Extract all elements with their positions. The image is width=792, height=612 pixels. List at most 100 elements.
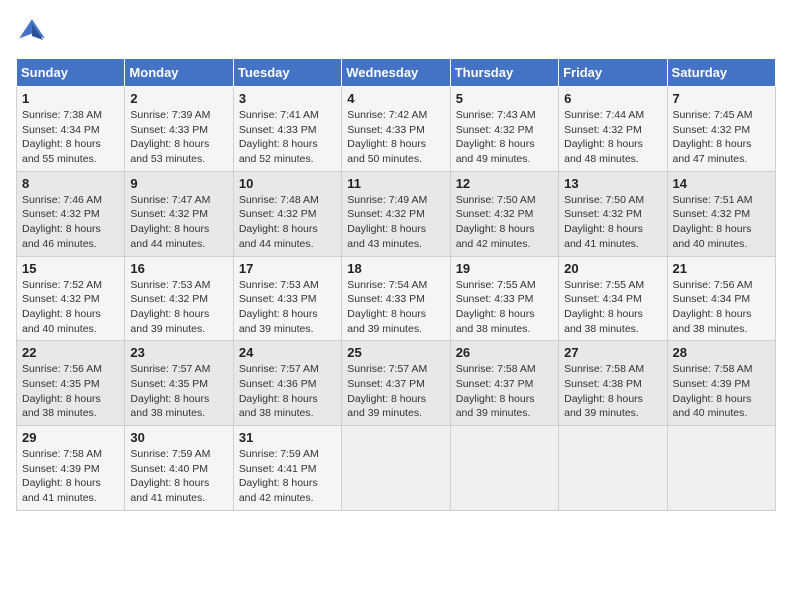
day-number: 23 <box>130 345 227 360</box>
day-info: Sunrise: 7:55 AMSunset: 4:34 PMDaylight:… <box>564 278 661 337</box>
day-info: Sunrise: 7:47 AMSunset: 4:32 PMDaylight:… <box>130 193 227 252</box>
calendar-cell <box>559 426 667 511</box>
calendar-cell: 2Sunrise: 7:39 AMSunset: 4:33 PMDaylight… <box>125 87 233 172</box>
day-info: Sunrise: 7:59 AMSunset: 4:41 PMDaylight:… <box>239 447 336 506</box>
day-info: Sunrise: 7:53 AMSunset: 4:33 PMDaylight:… <box>239 278 336 337</box>
calendar-cell: 17Sunrise: 7:53 AMSunset: 4:33 PMDayligh… <box>233 256 341 341</box>
day-info: Sunrise: 7:49 AMSunset: 4:32 PMDaylight:… <box>347 193 444 252</box>
calendar-cell: 7 Sunrise: 7:45 AMSunset: 4:32 PMDaylight… <box>667 87 775 172</box>
calendar-table: SundayMondayTuesdayWednesdayThursdayFrid… <box>16 58 776 511</box>
day-info: Sunrise: 7:56 AMSunset: 4:35 PMDaylight:… <box>22 362 119 421</box>
day-info: Sunrise: 7:51 AMSunset: 4:32 PMDaylight:… <box>673 193 770 252</box>
day-number: 18 <box>347 261 444 276</box>
calendar-cell: 23 Sunrise: 7:57 AMSunset: 4:35 PMDayligh… <box>125 341 233 426</box>
calendar-cell: 12Sunrise: 7:50 AMSunset: 4:32 PMDayligh… <box>450 171 558 256</box>
calendar-week-row: 29 Sunrise: 7:58 AMSunset: 4:39 PMDayligh… <box>17 426 776 511</box>
calendar-cell: 6 Sunrise: 7:44 AMSunset: 4:32 PMDaylight… <box>559 87 667 172</box>
calendar-week-row: 22 Sunrise: 7:56 AMSunset: 4:35 PMDayligh… <box>17 341 776 426</box>
day-info: Sunrise: 7:58 AMSunset: 4:38 PMDaylight:… <box>564 362 661 421</box>
day-info: Sunrise: 7:42 AMSunset: 4:33 PMDaylight:… <box>347 108 444 167</box>
day-number: 4 <box>347 91 444 106</box>
day-info: Sunrise: 7:58 AMSunset: 4:37 PMDaylight:… <box>456 362 553 421</box>
day-info: Sunrise: 7:58 AMSunset: 4:39 PMDaylight:… <box>673 362 770 421</box>
calendar-cell: 19Sunrise: 7:55 AMSunset: 4:33 PMDayligh… <box>450 256 558 341</box>
page-header <box>16 16 776 48</box>
calendar-cell: 24 Sunrise: 7:57 AMSunset: 4:36 PMDayligh… <box>233 341 341 426</box>
day-number: 6 <box>564 91 661 106</box>
calendar-cell: 3 Sunrise: 7:41 AMSunset: 4:33 PMDaylight… <box>233 87 341 172</box>
calendar-cell: 4 Sunrise: 7:42 AMSunset: 4:33 PMDaylight… <box>342 87 450 172</box>
weekday-header: Monday <box>125 59 233 87</box>
calendar-week-row: 1Sunrise: 7:38 AMSunset: 4:34 PMDaylight… <box>17 87 776 172</box>
calendar-cell <box>342 426 450 511</box>
weekday-header: Tuesday <box>233 59 341 87</box>
day-info: Sunrise: 7:39 AMSunset: 4:33 PMDaylight:… <box>130 108 227 167</box>
day-number: 8 <box>22 176 119 191</box>
logo-icon <box>16 16 48 48</box>
day-number: 13 <box>564 176 661 191</box>
calendar-cell: 31 Sunrise: 7:59 AMSunset: 4:41 PMDayligh… <box>233 426 341 511</box>
day-info: Sunrise: 7:46 AMSunset: 4:32 PMDaylight:… <box>22 193 119 252</box>
day-info: Sunrise: 7:55 AMSunset: 4:33 PMDaylight:… <box>456 278 553 337</box>
calendar-cell: 22 Sunrise: 7:56 AMSunset: 4:35 PMDayligh… <box>17 341 125 426</box>
logo <box>16 16 52 48</box>
day-info: Sunrise: 7:45 AMSunset: 4:32 PMDaylight:… <box>673 108 770 167</box>
calendar-cell: 30Sunrise: 7:59 AMSunset: 4:40 PMDayligh… <box>125 426 233 511</box>
day-number: 22 <box>22 345 119 360</box>
calendar-cell: 5 Sunrise: 7:43 AMSunset: 4:32 PMDaylight… <box>450 87 558 172</box>
day-number: 27 <box>564 345 661 360</box>
calendar-cell: 14 Sunrise: 7:51 AMSunset: 4:32 PMDayligh… <box>667 171 775 256</box>
day-info: Sunrise: 7:53 AMSunset: 4:32 PMDaylight:… <box>130 278 227 337</box>
day-info: Sunrise: 7:56 AMSunset: 4:34 PMDaylight:… <box>673 278 770 337</box>
weekday-header: Wednesday <box>342 59 450 87</box>
day-number: 3 <box>239 91 336 106</box>
day-number: 15 <box>22 261 119 276</box>
calendar-week-row: 15 Sunrise: 7:52 AMSunset: 4:32 PMDayligh… <box>17 256 776 341</box>
day-number: 24 <box>239 345 336 360</box>
calendar-cell: 13 Sunrise: 7:50 AMSunset: 4:32 PMDayligh… <box>559 171 667 256</box>
day-info: Sunrise: 7:44 AMSunset: 4:32 PMDaylight:… <box>564 108 661 167</box>
day-number: 9 <box>130 176 227 191</box>
calendar-cell: 11 Sunrise: 7:49 AMSunset: 4:32 PMDayligh… <box>342 171 450 256</box>
day-info: Sunrise: 7:52 AMSunset: 4:32 PMDaylight:… <box>22 278 119 337</box>
day-info: Sunrise: 7:41 AMSunset: 4:33 PMDaylight:… <box>239 108 336 167</box>
calendar-cell: 18Sunrise: 7:54 AMSunset: 4:33 PMDayligh… <box>342 256 450 341</box>
day-number: 31 <box>239 430 336 445</box>
weekday-header: Sunday <box>17 59 125 87</box>
day-info: Sunrise: 7:50 AMSunset: 4:32 PMDaylight:… <box>456 193 553 252</box>
day-number: 20 <box>564 261 661 276</box>
day-number: 10 <box>239 176 336 191</box>
day-number: 1 <box>22 91 119 106</box>
calendar-cell: 27 Sunrise: 7:58 AMSunset: 4:38 PMDayligh… <box>559 341 667 426</box>
day-number: 29 <box>22 430 119 445</box>
day-info: Sunrise: 7:58 AMSunset: 4:39 PMDaylight:… <box>22 447 119 506</box>
calendar-cell: 26 Sunrise: 7:58 AMSunset: 4:37 PMDayligh… <box>450 341 558 426</box>
calendar-cell: 1Sunrise: 7:38 AMSunset: 4:34 PMDaylight… <box>17 87 125 172</box>
day-number: 21 <box>673 261 770 276</box>
day-info: Sunrise: 7:48 AMSunset: 4:32 PMDaylight:… <box>239 193 336 252</box>
day-number: 7 <box>673 91 770 106</box>
day-number: 16 <box>130 261 227 276</box>
weekday-header: Friday <box>559 59 667 87</box>
calendar-cell: 9 Sunrise: 7:47 AMSunset: 4:32 PMDaylight… <box>125 171 233 256</box>
calendar-cell: 25Sunrise: 7:57 AMSunset: 4:37 PMDayligh… <box>342 341 450 426</box>
day-info: Sunrise: 7:59 AMSunset: 4:40 PMDaylight:… <box>130 447 227 506</box>
calendar-cell: 28 Sunrise: 7:58 AMSunset: 4:39 PMDayligh… <box>667 341 775 426</box>
day-info: Sunrise: 7:43 AMSunset: 4:32 PMDaylight:… <box>456 108 553 167</box>
day-info: Sunrise: 7:50 AMSunset: 4:32 PMDaylight:… <box>564 193 661 252</box>
day-info: Sunrise: 7:57 AMSunset: 4:36 PMDaylight:… <box>239 362 336 421</box>
day-number: 14 <box>673 176 770 191</box>
calendar-cell: 10 Sunrise: 7:48 AMSunset: 4:32 PMDayligh… <box>233 171 341 256</box>
day-number: 28 <box>673 345 770 360</box>
calendar-cell <box>450 426 558 511</box>
calendar-cell: 15 Sunrise: 7:52 AMSunset: 4:32 PMDayligh… <box>17 256 125 341</box>
weekday-header-row: SundayMondayTuesdayWednesdayThursdayFrid… <box>17 59 776 87</box>
calendar-cell <box>667 426 775 511</box>
weekday-header: Thursday <box>450 59 558 87</box>
day-number: 11 <box>347 176 444 191</box>
calendar-cell: 8 Sunrise: 7:46 AMSunset: 4:32 PMDaylight… <box>17 171 125 256</box>
day-number: 26 <box>456 345 553 360</box>
calendar-cell: 20 Sunrise: 7:55 AMSunset: 4:34 PMDayligh… <box>559 256 667 341</box>
day-info: Sunrise: 7:57 AMSunset: 4:35 PMDaylight:… <box>130 362 227 421</box>
day-number: 5 <box>456 91 553 106</box>
